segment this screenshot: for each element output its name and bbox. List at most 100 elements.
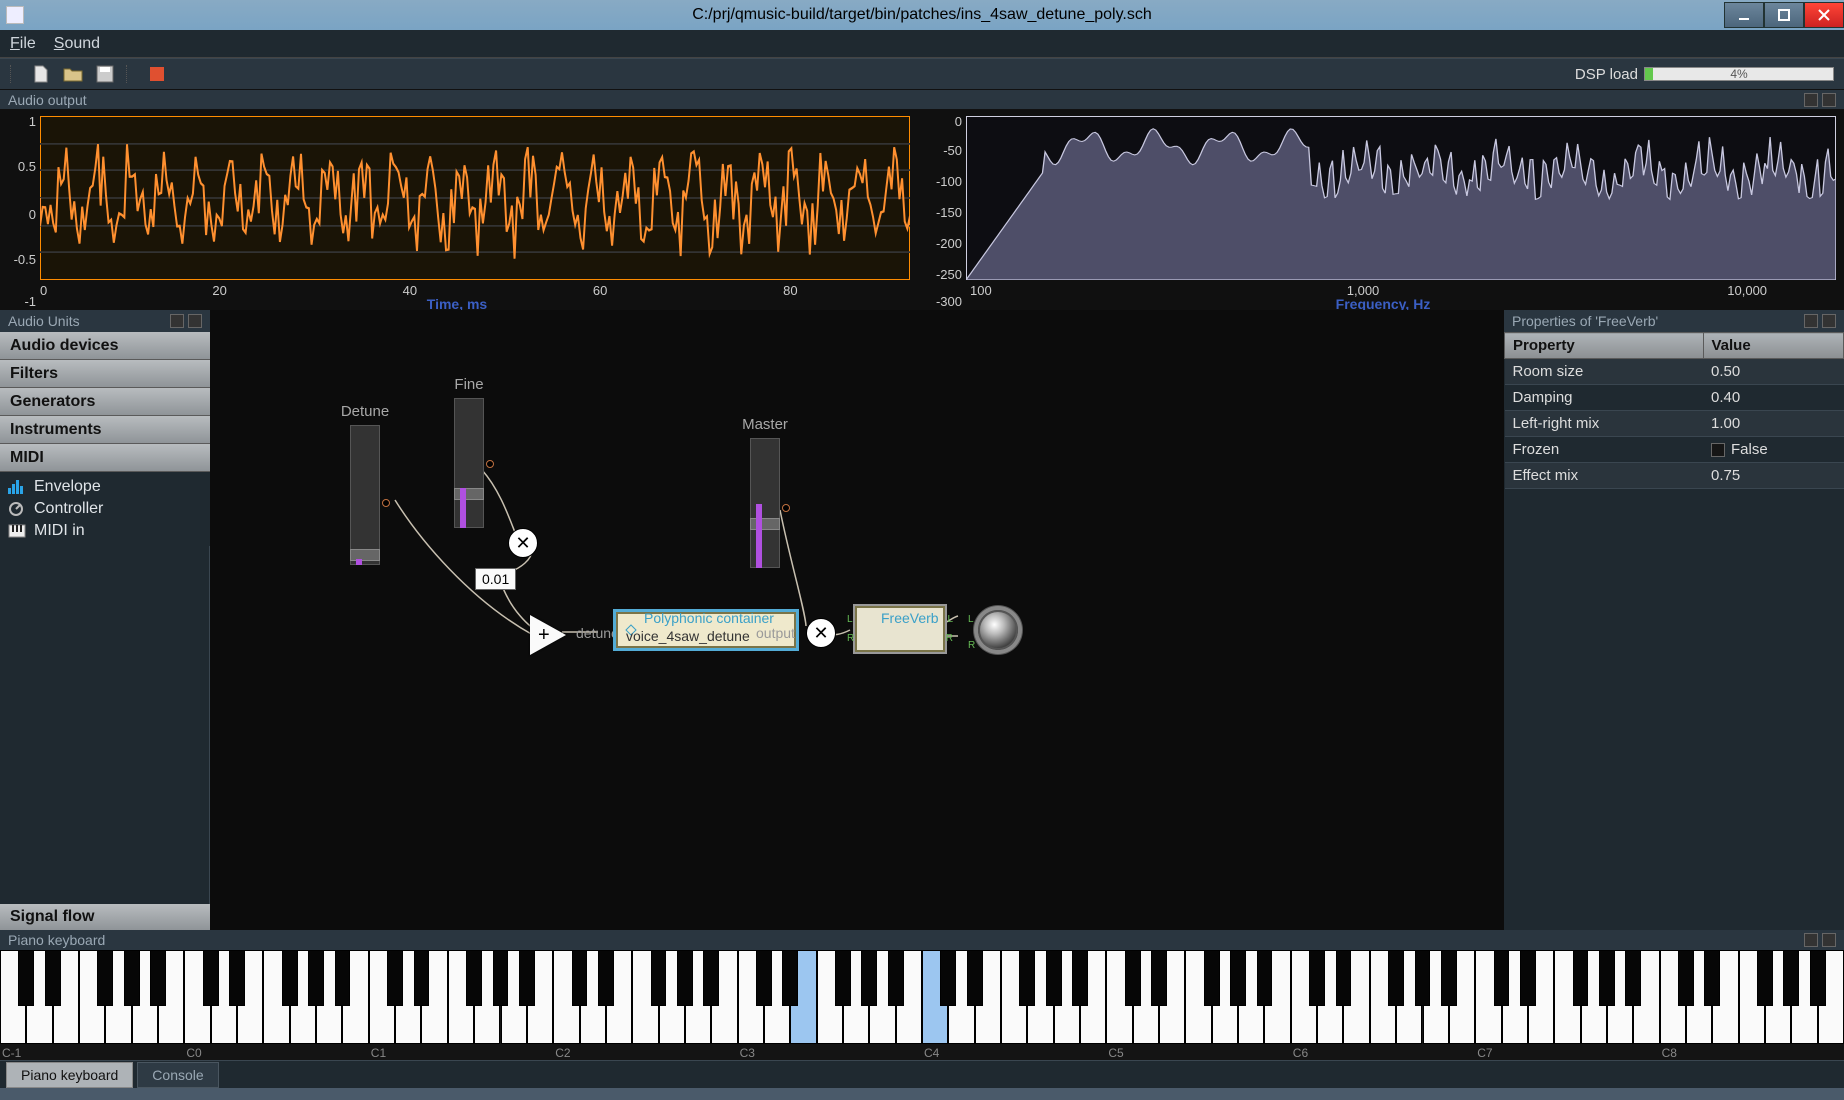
black-key[interactable] xyxy=(124,950,140,1006)
black-key[interactable] xyxy=(1336,950,1352,1006)
black-key[interactable] xyxy=(519,950,535,1006)
black-key[interactable] xyxy=(203,950,219,1006)
black-key[interactable] xyxy=(1704,950,1720,1006)
black-key[interactable] xyxy=(1072,950,1088,1006)
black-key[interactable] xyxy=(18,950,34,1006)
audio-output-node[interactable] xyxy=(978,610,1018,650)
category-instruments[interactable]: Instruments xyxy=(0,416,210,444)
black-key[interactable] xyxy=(229,950,245,1006)
black-key[interactable] xyxy=(97,950,113,1006)
maximize-button[interactable] xyxy=(1764,2,1804,28)
close-button[interactable] xyxy=(1804,2,1844,28)
property-row[interactable]: Damping0.40 xyxy=(1505,385,1844,411)
black-key[interactable] xyxy=(1599,950,1615,1006)
black-key[interactable] xyxy=(308,950,324,1006)
black-key[interactable] xyxy=(598,950,614,1006)
black-key[interactable] xyxy=(1441,950,1457,1006)
black-key[interactable] xyxy=(782,950,798,1006)
black-key[interactable] xyxy=(861,950,877,1006)
unit-controller[interactable]: Controller xyxy=(8,498,202,520)
black-key[interactable] xyxy=(45,950,61,1006)
panel-float-icon[interactable] xyxy=(1804,314,1818,328)
multiply-node[interactable]: ✕ xyxy=(508,528,538,558)
black-key[interactable] xyxy=(1810,950,1826,1006)
black-key[interactable] xyxy=(1573,950,1589,1006)
patch-canvas[interactable]: Detune Fine Master ✕ 0.01 + detune Polyp… xyxy=(210,310,1504,930)
panel-close-icon[interactable] xyxy=(188,314,202,328)
col-property[interactable]: Property xyxy=(1505,333,1704,359)
panel-float-icon[interactable] xyxy=(1804,93,1818,107)
menu-sound[interactable]: Sound xyxy=(54,35,100,53)
panel-float-icon[interactable] xyxy=(170,314,184,328)
category-midi[interactable]: MIDI xyxy=(0,444,210,472)
property-row[interactable]: Left-right mix1.00 xyxy=(1505,411,1844,437)
add-node[interactable]: + xyxy=(530,615,566,655)
category-filters[interactable]: Filters xyxy=(0,360,210,388)
black-key[interactable] xyxy=(1678,950,1694,1006)
black-key[interactable] xyxy=(1520,950,1536,1006)
black-key[interactable] xyxy=(651,950,667,1006)
open-folder-icon[interactable] xyxy=(62,63,84,85)
category-audio-devices[interactable]: Audio devices xyxy=(0,332,210,360)
black-key[interactable] xyxy=(1388,950,1404,1006)
property-row[interactable]: Room size0.50 xyxy=(1505,359,1844,385)
black-key[interactable] xyxy=(572,950,588,1006)
black-key[interactable] xyxy=(1230,950,1246,1006)
panel-close-icon[interactable] xyxy=(1822,314,1836,328)
slider-master[interactable]: Master xyxy=(750,438,780,568)
col-value[interactable]: Value xyxy=(1703,333,1844,359)
property-row[interactable]: FrozenFalse xyxy=(1505,437,1844,463)
panel-float-icon[interactable] xyxy=(1804,933,1818,947)
black-key[interactable] xyxy=(703,950,719,1006)
spectrum-plot[interactable]: 0-50 -100-150 -200-250 -300 1001,00010,0… xyxy=(930,116,1836,310)
black-key[interactable] xyxy=(1204,950,1220,1006)
category-signal-flow[interactable]: Signal flow xyxy=(0,904,210,930)
black-key[interactable] xyxy=(756,950,772,1006)
black-key[interactable] xyxy=(335,950,351,1006)
black-key[interactable] xyxy=(493,950,509,1006)
black-key[interactable] xyxy=(466,950,482,1006)
piano-keyboard[interactable]: C-1C0C1C2C3C4C5C6C7C8 xyxy=(0,950,1844,1060)
minimize-button[interactable] xyxy=(1724,2,1764,28)
unit-midi-in[interactable]: MIDI in xyxy=(8,520,202,542)
constant-node[interactable]: 0.01 xyxy=(475,568,516,590)
output-port[interactable] xyxy=(382,499,390,507)
waveform-plot[interactable]: 10.5 0-0.5 -1 020 4060 80 Time, ms xyxy=(4,116,910,310)
black-key[interactable] xyxy=(1125,950,1141,1006)
black-key[interactable] xyxy=(282,950,298,1006)
black-key[interactable] xyxy=(940,950,956,1006)
tab-console[interactable]: Console xyxy=(137,1062,218,1088)
slider-detune[interactable]: Detune xyxy=(350,425,380,565)
output-port[interactable] xyxy=(486,460,494,468)
menu-file[interactable]: File xyxy=(10,35,36,53)
black-key[interactable] xyxy=(1415,950,1431,1006)
freeverb-node[interactable]: FreeVerb LR LR xyxy=(855,606,945,652)
panel-close-icon[interactable] xyxy=(1822,93,1836,107)
black-key[interactable] xyxy=(1494,950,1510,1006)
property-row[interactable]: Effect mix0.75 xyxy=(1505,463,1844,489)
black-key[interactable] xyxy=(835,950,851,1006)
unit-envelope[interactable]: Envelope xyxy=(8,476,202,498)
black-key[interactable] xyxy=(1625,950,1641,1006)
black-key[interactable] xyxy=(1257,950,1273,1006)
stop-icon[interactable] xyxy=(146,63,168,85)
black-key[interactable] xyxy=(387,950,403,1006)
new-file-icon[interactable] xyxy=(30,63,52,85)
tab-piano-keyboard[interactable]: Piano keyboard xyxy=(6,1062,133,1088)
black-key[interactable] xyxy=(677,950,693,1006)
black-key[interactable] xyxy=(1783,950,1799,1006)
save-icon[interactable] xyxy=(94,63,116,85)
slider-fine[interactable]: Fine xyxy=(454,398,484,528)
black-key[interactable] xyxy=(1309,950,1325,1006)
category-generators[interactable]: Generators xyxy=(0,388,210,416)
panel-close-icon[interactable] xyxy=(1822,933,1836,947)
black-key[interactable] xyxy=(414,950,430,1006)
black-key[interactable] xyxy=(1046,950,1062,1006)
black-key[interactable] xyxy=(888,950,904,1006)
multiply-node-2[interactable]: ✕ xyxy=(806,618,836,648)
output-port[interactable] xyxy=(782,504,790,512)
black-key[interactable] xyxy=(1151,950,1167,1006)
black-key[interactable] xyxy=(150,950,166,1006)
black-key[interactable] xyxy=(1019,950,1035,1006)
black-key[interactable] xyxy=(967,950,983,1006)
